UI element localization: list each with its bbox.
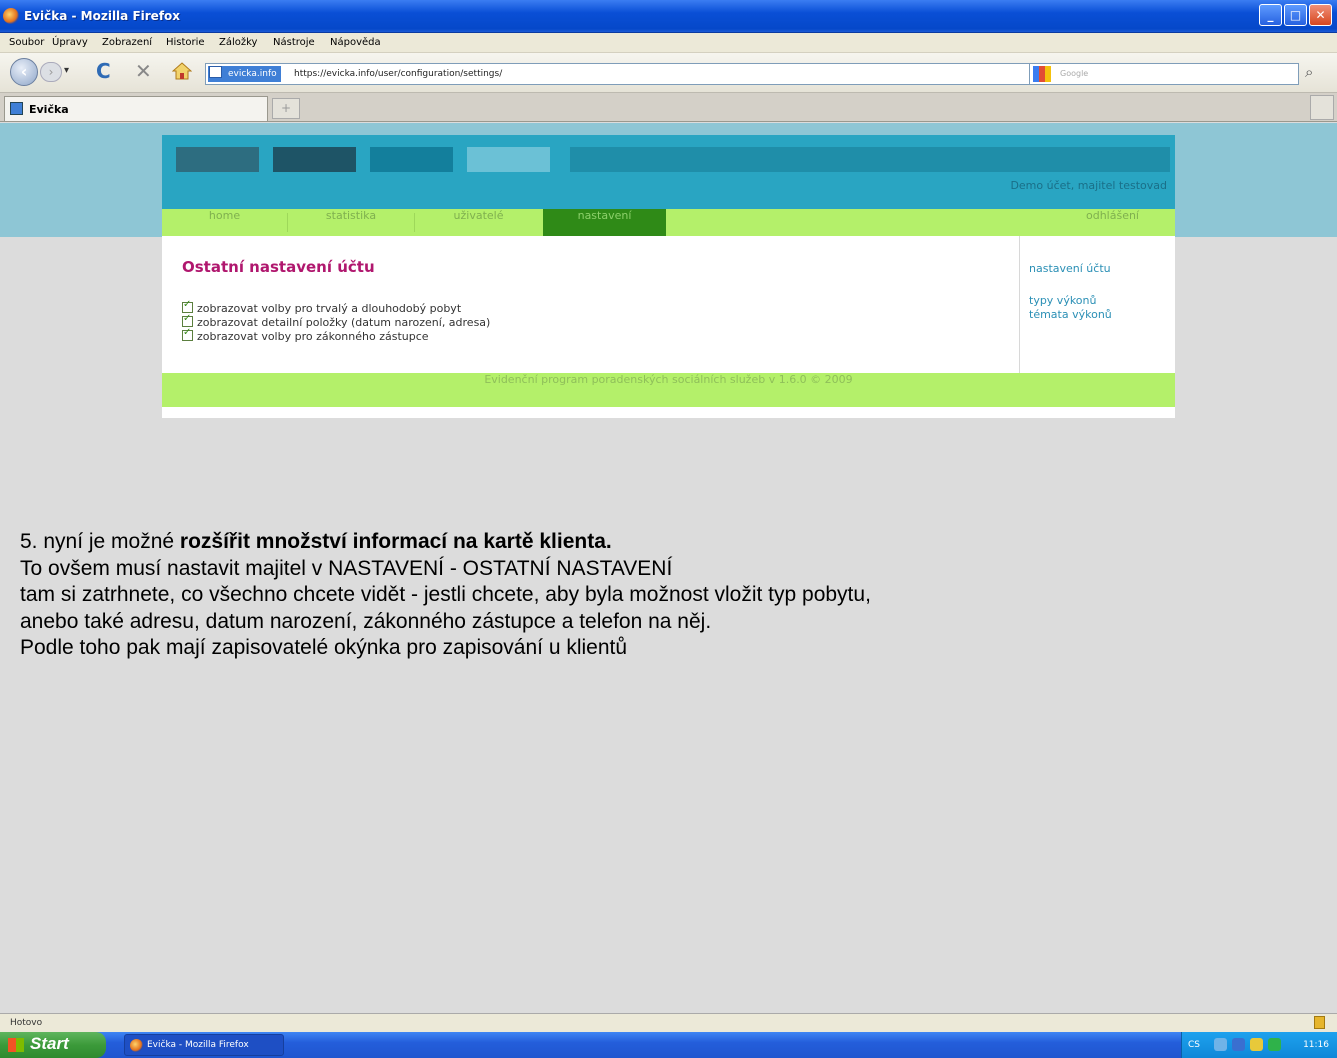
- firefox-icon: [130, 1039, 143, 1052]
- window-title: Evička - Mozilla Firefox: [24, 9, 181, 23]
- header-block: [176, 147, 259, 172]
- checkbox-checked[interactable]: [182, 299, 193, 313]
- minimize-button[interactable]: _: [1259, 4, 1282, 26]
- reload-button[interactable]: C: [96, 59, 111, 83]
- new-tab-button[interactable]: +: [272, 98, 300, 119]
- history-dropdown[interactable]: ▾: [64, 65, 69, 76]
- url-text[interactable]: https://evicka.info/user/configuration/s…: [294, 69, 502, 79]
- tray-app-icon[interactable]: [1232, 1038, 1245, 1051]
- menu-napoveda[interactable]: Nápověda: [330, 37, 381, 48]
- search-box[interactable]: Google: [1029, 63, 1299, 85]
- lock-icon[interactable]: [1314, 1016, 1325, 1029]
- tab-list-button[interactable]: [1310, 95, 1334, 120]
- search-icon[interactable]: ⌕: [1305, 63, 1313, 81]
- site-favicon-icon: [209, 66, 222, 78]
- tab-evicka[interactable]: Evička: [4, 96, 268, 121]
- sidebar-divider: [1019, 236, 1020, 373]
- instruction-line-3: tam si zatrhnete, co všechno chcete vidě…: [20, 583, 871, 606]
- back-button[interactable]: ‹: [10, 58, 38, 86]
- user-info: Demo účet, majitel testovad: [1010, 179, 1167, 192]
- navigation-toolbar: ‹ › ▾ C ✕ evicka.info https://evicka.inf…: [0, 53, 1337, 93]
- nav-nastaveni[interactable]: nastavení: [543, 209, 666, 236]
- status-bar: Hotovo: [0, 1013, 1337, 1032]
- menu-historie[interactable]: Historie: [166, 37, 205, 48]
- network-icon[interactable]: [1214, 1038, 1227, 1051]
- app-footer: Evidenční program poradenských sociálníc…: [162, 373, 1175, 407]
- sidebar-link-nastaveni-uctu[interactable]: nastavení účtu: [1029, 262, 1111, 275]
- option-label: zobrazovat volby pro trvalý a dlouhodobý…: [197, 302, 462, 315]
- nav-odhlaseni[interactable]: odhlášení: [1050, 209, 1175, 236]
- start-label: Start: [30, 1034, 69, 1053]
- checkbox-checked[interactable]: [182, 313, 193, 327]
- stop-button[interactable]: ✕: [135, 59, 152, 83]
- page-title: Ostatní nastavení účtu: [182, 258, 375, 276]
- instruction-emphasis: rozšířit množství informací na kartě kli…: [179, 530, 612, 553]
- sidebar-link-typy-vykonu[interactable]: typy výkonů: [1029, 294, 1096, 307]
- page-viewport: Demo účet, majitel testovad home statist…: [0, 123, 1337, 1013]
- google-icon[interactable]: [1033, 66, 1051, 82]
- taskbar-item-label: Evička - Mozilla Firefox: [147, 1040, 249, 1050]
- close-button[interactable]: ✕: [1309, 4, 1332, 26]
- search-input[interactable]: Google: [1060, 69, 1088, 78]
- instruction-line-4: anebo také adresu, datum narození, zákon…: [20, 610, 712, 633]
- menu-soubor[interactable]: Soubor: [9, 37, 44, 48]
- nav-home[interactable]: home: [162, 209, 287, 236]
- maximize-button[interactable]: □: [1284, 4, 1307, 26]
- forward-button[interactable]: ›: [40, 62, 62, 82]
- instruction-line-1: 5. nyní je možné rozšířit množství infor…: [20, 530, 612, 554]
- nav-statistika[interactable]: statistika: [288, 209, 414, 236]
- clock: 11:16: [1303, 1040, 1329, 1050]
- menu-zobrazeni[interactable]: Zobrazení: [102, 37, 152, 48]
- instruction-prefix: 5. nyní je možné: [20, 530, 180, 553]
- header-block: [467, 147, 550, 172]
- tab-bar: Evička +: [0, 93, 1337, 122]
- app-container: Demo účet, majitel testovad home statist…: [162, 135, 1175, 418]
- nav-uzivatele[interactable]: uživatelé: [415, 209, 542, 236]
- menu-upravy[interactable]: Úpravy: [52, 37, 88, 48]
- start-button[interactable]: Start: [0, 1032, 106, 1058]
- tab-label: Evička: [29, 103, 69, 116]
- system-tray: CS 11:16: [1181, 1032, 1337, 1058]
- tab-favicon-icon: [10, 102, 23, 115]
- option-zakonny-zastupce[interactable]: zobrazovat volby pro zákonného zástupce: [182, 327, 429, 344]
- windows-logo-icon: [8, 1038, 24, 1052]
- sidebar-link-temata-vykonu[interactable]: témata výkonů: [1029, 308, 1112, 321]
- menu-bar: Soubor Úpravy Zobrazení Historie Záložky…: [0, 33, 1337, 53]
- settings-content: Ostatní nastavení účtu zobrazovat volby …: [162, 236, 1175, 373]
- option-detailni-polozky[interactable]: zobrazovat detailní položky (datum naroz…: [182, 313, 491, 330]
- option-pobyt[interactable]: zobrazovat volby pro trvalý a dlouhodobý…: [182, 299, 462, 316]
- instruction-line-5: Podle toho pak mají zapisovatelé okýnka …: [20, 636, 628, 659]
- instruction-line-2: To ovšem musí nastavit majitel v NASTAVE…: [20, 557, 673, 580]
- taskbar-item-firefox[interactable]: Evička - Mozilla Firefox: [124, 1034, 284, 1056]
- language-indicator[interactable]: CS: [1188, 1040, 1200, 1050]
- header-block: [370, 147, 453, 172]
- security-icon[interactable]: [1268, 1038, 1281, 1051]
- menu-zalozky[interactable]: Záložky: [219, 37, 257, 48]
- status-text: Hotovo: [10, 1018, 43, 1028]
- option-label: zobrazovat volby pro zákonného zástupce: [197, 330, 429, 343]
- home-button[interactable]: [171, 62, 193, 80]
- home-icon: [171, 62, 193, 80]
- taskbar: Start Evička - Mozilla Firefox CS 11:16: [0, 1032, 1337, 1058]
- firefox-icon: [3, 8, 19, 24]
- header-block: [273, 147, 356, 172]
- option-label: zobrazovat detailní položky (datum naroz…: [197, 316, 491, 329]
- header-block: [570, 147, 1170, 172]
- main-nav: home statistika uživatelé nastavení odhl…: [162, 209, 1175, 236]
- app-header: Demo účet, majitel testovad: [162, 135, 1175, 209]
- volume-icon[interactable]: [1250, 1038, 1263, 1051]
- window-title-bar[interactable]: Evička - Mozilla Firefox _ □ ✕: [0, 0, 1337, 33]
- menu-nastroje[interactable]: Nástroje: [273, 37, 315, 48]
- checkbox-checked[interactable]: [182, 327, 193, 341]
